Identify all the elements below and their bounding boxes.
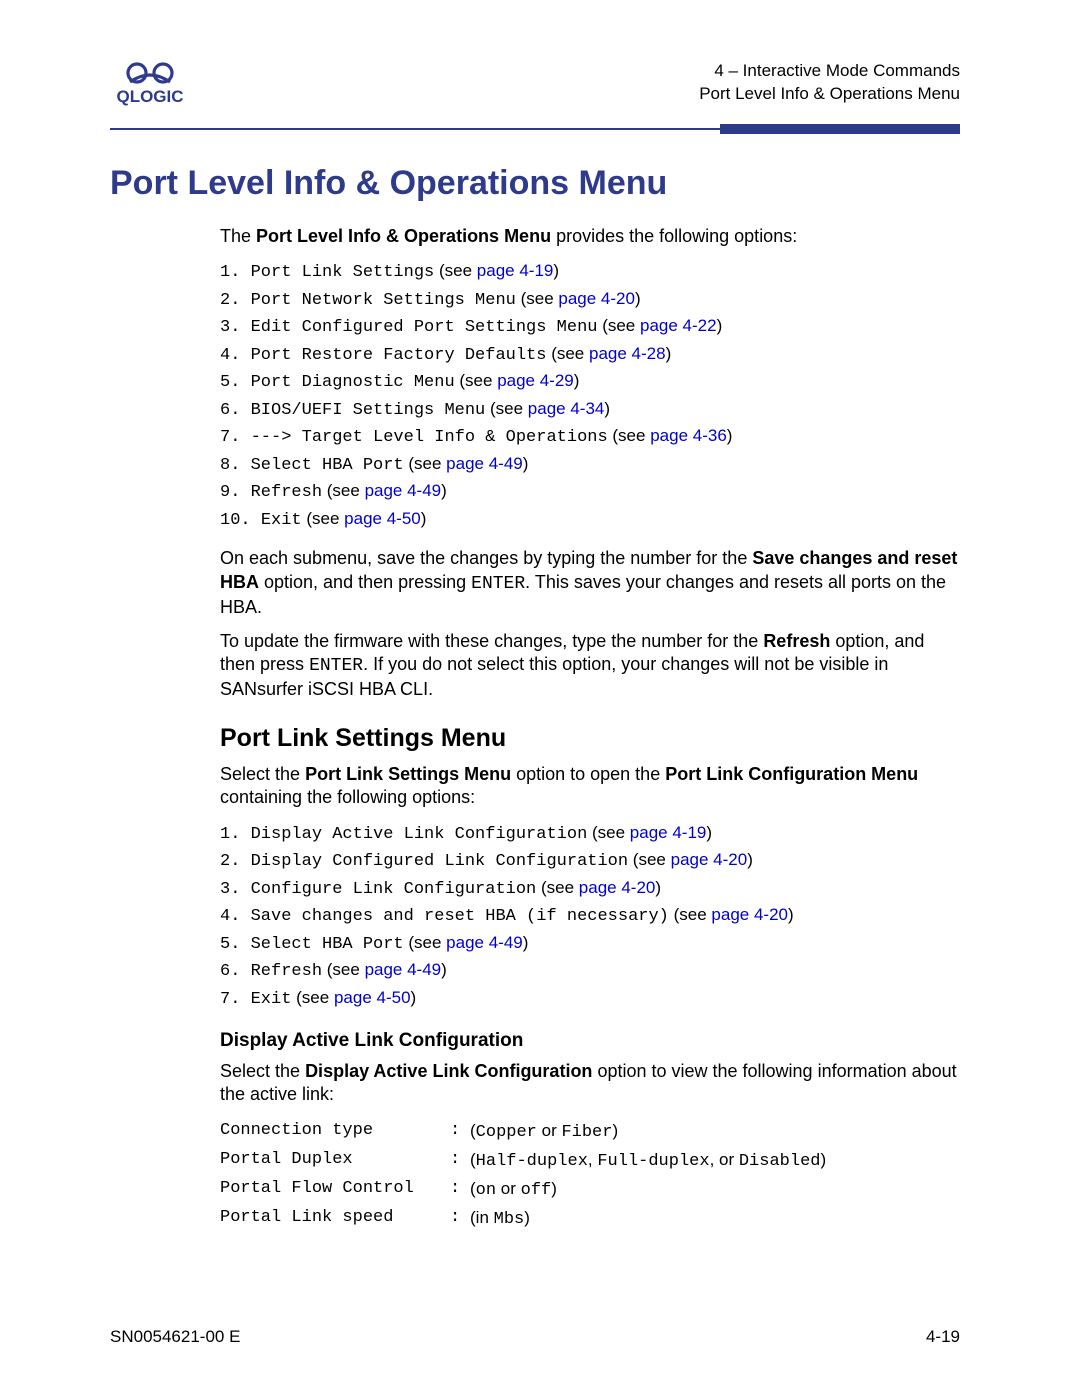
page: QLOGIC 4 – Interactive Mode Commands Por…: [0, 0, 1080, 1284]
menu-item: 4. Save changes and reset HBA (if necess…: [220, 902, 960, 930]
menu-item: 2. Port Network Settings Menu (see page …: [220, 286, 960, 314]
menu-item: 5. Port Diagnostic Menu (see page 4-29): [220, 368, 960, 396]
table-row: Portal Duplex:(Half-duplex, Full-duplex,…: [220, 1146, 960, 1175]
page-link[interactable]: page 4-34: [528, 399, 605, 418]
page-link[interactable]: page 4-36: [650, 426, 727, 445]
menu-item: 5. Select HBA Port (see page 4-49): [220, 930, 960, 958]
table-row: Portal Link speed:(in Mbs): [220, 1204, 960, 1233]
menu-port-level: 1. Port Link Settings (see page 4-19)2. …: [220, 258, 960, 533]
menu-item: 6. Refresh (see page 4-49): [220, 957, 960, 985]
menu-item: 2. Display Configured Link Configuration…: [220, 847, 960, 875]
header-chapter: 4 – Interactive Mode Commands: [699, 60, 960, 83]
page-link[interactable]: page 4-20: [711, 905, 788, 924]
page-link[interactable]: page 4-49: [446, 933, 523, 952]
table-row: Portal Flow Control:(on or off): [220, 1175, 960, 1204]
save-paragraph: On each submenu, save the changes by typ…: [220, 547, 960, 619]
menu-item: 3. Configure Link Configuration (see pag…: [220, 875, 960, 903]
page-link[interactable]: page 4-50: [334, 988, 411, 1007]
menu-port-link: 1. Display Active Link Configuration (se…: [220, 820, 960, 1013]
port-link-intro: Select the Port Link Settings Menu optio…: [220, 763, 960, 810]
menu-item: 4. Port Restore Factory Defaults (see pa…: [220, 341, 960, 369]
link-info-table: Connection type:(Copper or Fiber)Portal …: [220, 1117, 960, 1234]
page-link[interactable]: page 4-22: [640, 316, 717, 335]
svg-text:QLOGIC: QLOGIC: [116, 87, 183, 106]
content: The Port Level Info & Operations Menu pr…: [110, 225, 960, 1234]
page-footer: SN0054621-00 E 4-19: [110, 1327, 960, 1347]
menu-item: 1. Port Link Settings (see page 4-19): [220, 258, 960, 286]
menu-item: 7. Exit (see page 4-50): [220, 985, 960, 1013]
intro-paragraph: The Port Level Info & Operations Menu pr…: [220, 225, 960, 248]
page-header: QLOGIC 4 – Interactive Mode Commands Por…: [110, 60, 960, 106]
menu-item: 3. Edit Configured Port Settings Menu (s…: [220, 313, 960, 341]
table-row: Connection type:(Copper or Fiber): [220, 1117, 960, 1146]
footer-page-number: 4-19: [926, 1327, 960, 1347]
page-title: Port Level Info & Operations Menu: [110, 164, 960, 203]
page-link[interactable]: page 4-49: [365, 481, 442, 500]
menu-item: 7. ---> Target Level Info & Operations (…: [220, 423, 960, 451]
menu-item: 1. Display Active Link Configuration (se…: [220, 820, 960, 848]
menu-item: 8. Select HBA Port (see page 4-49): [220, 451, 960, 479]
page-link[interactable]: page 4-19: [630, 823, 707, 842]
qlogic-logo: QLOGIC: [110, 60, 190, 106]
page-link[interactable]: page 4-20: [558, 289, 635, 308]
display-active-intro: Select the Display Active Link Configura…: [220, 1060, 960, 1107]
page-link[interactable]: page 4-29: [497, 371, 574, 390]
header-text: 4 – Interactive Mode Commands Port Level…: [699, 60, 960, 106]
page-link[interactable]: page 4-20: [579, 878, 656, 897]
menu-item: 10. Exit (see page 4-50): [220, 506, 960, 534]
page-link[interactable]: page 4-49: [446, 454, 523, 473]
header-section: Port Level Info & Operations Menu: [699, 83, 960, 106]
page-link[interactable]: page 4-20: [671, 850, 748, 869]
menu-item: 9. Refresh (see page 4-49): [220, 478, 960, 506]
page-link[interactable]: page 4-19: [477, 261, 554, 280]
page-link[interactable]: page 4-49: [365, 960, 442, 979]
section-heading-port-link: Port Link Settings Menu: [220, 724, 960, 753]
menu-item: 6. BIOS/UEFI Settings Menu (see page 4-3…: [220, 396, 960, 424]
refresh-paragraph: To update the firmware with these change…: [220, 630, 960, 702]
header-rule: [110, 124, 960, 134]
subsection-heading-display-active: Display Active Link Configuration: [220, 1030, 960, 1052]
page-link[interactable]: page 4-50: [344, 509, 421, 528]
footer-doc-id: SN0054621-00 E: [110, 1327, 240, 1347]
page-link[interactable]: page 4-28: [589, 344, 666, 363]
